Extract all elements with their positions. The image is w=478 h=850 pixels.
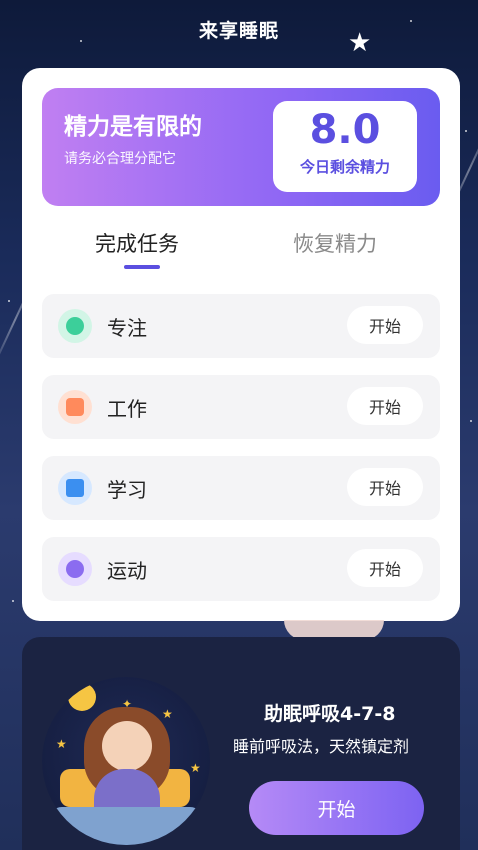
tab-restore-energy[interactable]: 恢复精力 <box>293 228 377 258</box>
task-item-work: 工作 开始 <box>42 375 440 439</box>
breathing-card: ★ ★ ★ ✦ 助眠呼吸4-7-8 睡前呼吸法，天然镇定剂 开始 <box>22 637 460 850</box>
ball-icon <box>58 552 92 586</box>
task-item-study: 学习 开始 <box>42 456 440 520</box>
start-exercise-button[interactable]: 开始 <box>347 549 423 587</box>
task-label: 学习 <box>107 478 147 502</box>
task-label: 专注 <box>107 316 147 340</box>
task-label: 运动 <box>107 559 147 583</box>
start-work-button[interactable]: 开始 <box>347 387 423 425</box>
breathing-title: 助眠呼吸4-7-8 <box>264 703 396 725</box>
task-list: 专注 开始 工作 开始 学习 开始 运动 开始 <box>42 294 440 618</box>
remaining-energy-value: 8.0 <box>309 107 381 153</box>
active-tab-indicator <box>124 265 160 269</box>
breathing-subtitle: 睡前呼吸法，天然镇定剂 <box>233 737 410 756</box>
energy-task-card: 精力是有限的 请务必合理分配它 8.0 今日剩余精力 完成任务 恢复精力 专注 … <box>22 68 460 621</box>
briefcase-icon <box>58 390 92 424</box>
app-title: 来享睡眠 <box>198 20 279 42</box>
sleeping-girl-illustration: ★ ★ ★ ✦ <box>42 677 210 845</box>
task-item-exercise: 运动 开始 <box>42 537 440 601</box>
focus-icon <box>58 309 92 343</box>
energy-banner: 精力是有限的 请务必合理分配它 8.0 今日剩余精力 <box>42 88 440 206</box>
start-breathing-button[interactable]: 开始 <box>249 781 424 835</box>
energy-title: 精力是有限的 <box>64 114 202 140</box>
tab-complete-tasks[interactable]: 完成任务 <box>95 228 179 258</box>
task-tabs: 完成任务 恢复精力 <box>22 228 460 274</box>
star-icon: ★ <box>348 28 372 58</box>
task-label: 工作 <box>107 397 147 421</box>
energy-subtitle: 请务必合理分配它 <box>64 151 176 167</box>
task-item-focus: 专注 开始 <box>42 294 440 358</box>
remaining-energy-label: 今日剩余精力 <box>299 158 390 176</box>
book-icon <box>58 471 92 505</box>
start-study-button[interactable]: 开始 <box>347 468 423 506</box>
remaining-energy-box: 8.0 今日剩余精力 <box>273 101 417 192</box>
start-focus-button[interactable]: 开始 <box>347 306 423 344</box>
